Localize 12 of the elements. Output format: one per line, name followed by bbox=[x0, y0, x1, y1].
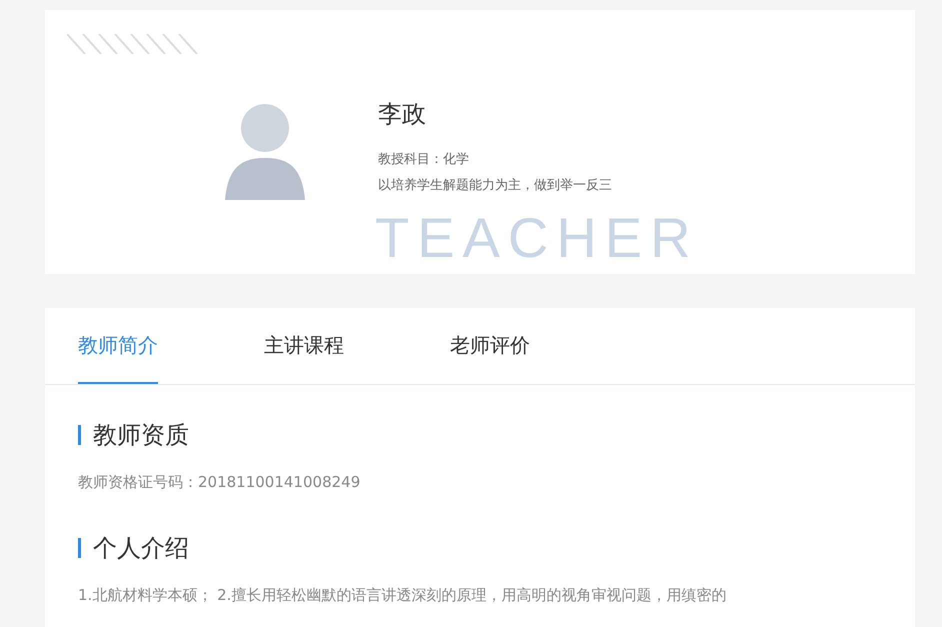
section-text: 1.北航材料学本硕； 2.擅长用轻松幽默的语言讲透深刻的原理，用高明的视角审视问题，用缜密的 bbox=[78, 586, 728, 605]
section-title: 教师资质 bbox=[93, 420, 189, 451]
tab[interactable]: 老师评价 bbox=[450, 308, 530, 384]
section-marker bbox=[78, 425, 81, 445]
section-text: 教师资格证号码：20181100141008249 bbox=[78, 473, 362, 492]
teacher-name: 李政 bbox=[378, 99, 427, 130]
section-marker bbox=[78, 538, 81, 558]
tab[interactable]: 主讲课程 bbox=[264, 308, 344, 384]
section-title: 个人介绍 bbox=[93, 533, 189, 564]
tab[interactable]: 教师简介 bbox=[78, 308, 158, 384]
subject-text: 教授科目：化学 bbox=[378, 151, 470, 168]
motto-text: 以培养学生解题能力为主，做到举一反三 bbox=[378, 177, 612, 194]
